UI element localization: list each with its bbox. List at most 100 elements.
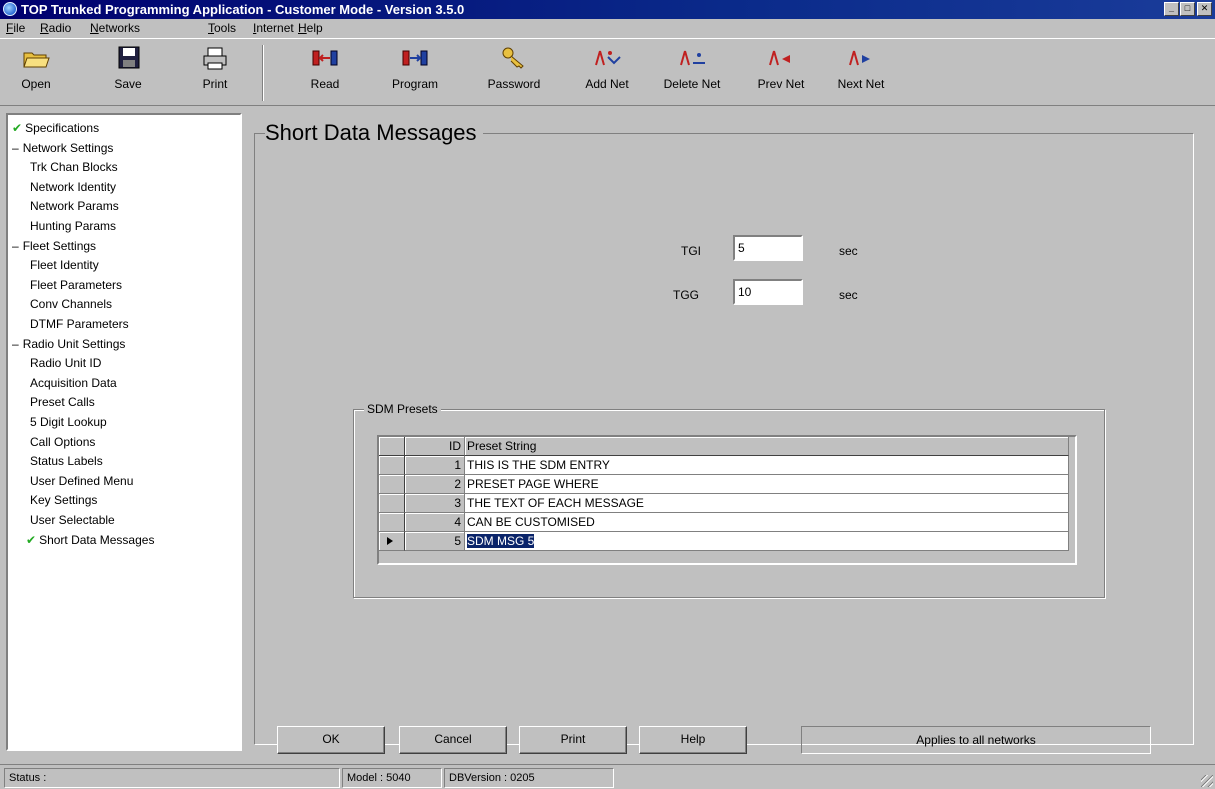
help-button[interactable]: Help [639, 726, 747, 754]
tree-item-label: Status Labels [30, 454, 103, 469]
tree-item[interactable]: Network Params [30, 198, 119, 214]
maximize-button[interactable]: □ [1180, 2, 1195, 16]
row-indicator[interactable] [379, 494, 405, 513]
tree-item-label: User Selectable [30, 513, 115, 527]
grid-cell-id: 3 [405, 494, 465, 513]
tree-item[interactable]: ✔ Specifications [12, 120, 99, 136]
tree-item[interactable]: – Radio Unit Settings [12, 336, 125, 352]
delete-net-button[interactable]: Delete Net [652, 43, 732, 103]
key-icon [502, 47, 524, 69]
add-net-button[interactable]: Add Net [574, 43, 640, 103]
tree-item[interactable]: – Network Settings [12, 140, 113, 156]
tree-item[interactable]: Trk Chan Blocks [30, 159, 118, 175]
close-button[interactable]: ✕ [1197, 2, 1212, 16]
tgg-label: TGG [673, 288, 699, 302]
program-button[interactable]: Program [380, 43, 450, 103]
menu-radio[interactable]: Radio [40, 21, 71, 35]
page-title: Short Data Messages [265, 120, 483, 146]
row-indicator[interactable] [379, 475, 405, 494]
tree-item[interactable]: Call Options [30, 434, 95, 450]
settings-tree[interactable]: ✔ Specifications – Network Settings Trk Chan… [6, 113, 242, 751]
print-dialog-button[interactable]: Print [519, 726, 627, 754]
menu-tools[interactable]: Tools [208, 21, 236, 35]
grid-cell-id: 2 [405, 475, 465, 494]
tree-item[interactable]: Key Settings [30, 492, 97, 508]
grid-header-preset-string: Preset String [465, 437, 1069, 456]
grid-cell-preset-string[interactable]: PRESET PAGE WHERE [465, 475, 1069, 494]
grid-row[interactable]: 4 CAN BE CUSTOMISED [379, 513, 1075, 532]
print-button[interactable]: Print [186, 43, 244, 103]
tree-item-label: Network Params [30, 199, 119, 214]
tree-item-label: Call Options [30, 434, 96, 449]
grid-corner [379, 437, 405, 456]
tree-item[interactable]: Fleet Parameters [30, 277, 122, 293]
tree-item[interactable]: Network Identity [30, 179, 116, 195]
password-button[interactable]: Password [472, 43, 556, 103]
menu-networks[interactable]: Networks [90, 21, 140, 35]
tree-item[interactable]: Status Labels [30, 453, 103, 469]
open-button[interactable]: Open [6, 43, 66, 103]
tree-item[interactable]: Radio Unit ID [30, 355, 101, 371]
tgg-input[interactable]: 10 [733, 279, 803, 305]
next-network-icon [849, 50, 870, 66]
ok-button[interactable]: OK [277, 726, 385, 754]
save-button[interactable]: Save [100, 43, 156, 103]
tgi-unit: sec [839, 244, 858, 258]
tree-item[interactable]: 5 Digit Lookup [30, 414, 107, 430]
program-radio-icon [402, 50, 428, 66]
resize-grip[interactable] [1201, 775, 1213, 787]
tree-item[interactable]: Conv Channels [30, 296, 112, 312]
menu-file[interactable]: File [6, 21, 25, 35]
tree-item[interactable]: Fleet Identity [30, 257, 99, 273]
tree-item[interactable]: Acquisition Data [30, 375, 117, 391]
tree-item-label: Key Settings [30, 493, 98, 508]
grid-cell-preset-string[interactable]: THE TEXT OF EACH MESSAGE [465, 494, 1069, 513]
grid-header-id: ID [405, 437, 465, 456]
grid-row[interactable]: 1 THIS IS THE SDM ENTRY [379, 456, 1075, 475]
tree-item[interactable]: Hunting Params [30, 218, 116, 234]
next-net-button[interactable]: Next Net [830, 43, 892, 103]
menu-bar: File Radio Networks Tools Internet Help [0, 19, 1215, 38]
minimize-button[interactable]: _ [1164, 2, 1179, 16]
tree-item[interactable]: User Defined Menu [30, 473, 133, 489]
read-button[interactable]: Read [290, 43, 360, 103]
row-indicator[interactable] [379, 532, 405, 551]
collapse-icon: – [12, 336, 19, 351]
preset-string-text: CAN BE CUSTOMISED [467, 515, 595, 529]
tgg-unit: sec [839, 288, 858, 302]
grid-cell-preset-string[interactable]: THIS IS THE SDM ENTRY [465, 456, 1069, 475]
tree-item[interactable]: DTMF Parameters [30, 316, 129, 332]
tree-item[interactable]: ✔ Short Data Messages [26, 532, 154, 548]
printer-icon [203, 47, 227, 70]
tree-item-label: Conv Channels [30, 297, 113, 312]
menu-internet[interactable]: Internet [253, 21, 294, 35]
grid-cell-preset-string[interactable]: SDM MSG 5 [465, 532, 1069, 551]
sdm-presets-grid[interactable]: ID Preset String 1 THIS IS THE SDM ENTRY 2… [377, 435, 1077, 565]
grid-cell-id: 5 [405, 532, 465, 551]
menu-help[interactable]: Help [298, 21, 323, 35]
row-indicator[interactable] [379, 456, 405, 475]
grid-header-row: ID Preset String [379, 437, 1075, 456]
cancel-button[interactable]: Cancel [399, 726, 507, 754]
tree-item[interactable]: Preset Calls [30, 394, 95, 410]
tree-item-label: Radio Unit ID [30, 356, 102, 371]
tree-item-label: Fleet Parameters [30, 277, 123, 292]
grid-row[interactable]: 3 THE TEXT OF EACH MESSAGE [379, 494, 1075, 513]
row-indicator[interactable] [379, 513, 405, 532]
tgi-input[interactable]: 5 [733, 235, 803, 261]
checkmark-icon: ✔ [12, 121, 23, 135]
delete-network-icon [680, 50, 705, 66]
tree-item[interactable]: – Fleet Settings [12, 238, 96, 254]
tree-item[interactable]: User Selectable [30, 512, 115, 528]
tree-item-label: Acquisition Data [30, 375, 117, 390]
collapse-icon: – [12, 140, 19, 155]
applies-to-all-networks-label: Applies to all networks [801, 726, 1151, 754]
grid-cell-preset-string[interactable]: CAN BE CUSTOMISED [465, 513, 1069, 532]
tree-item-label: Trk Chan Blocks [30, 160, 118, 175]
prev-net-button[interactable]: Prev Net [750, 43, 812, 103]
grid-row[interactable]: 2 PRESET PAGE WHERE [379, 475, 1075, 494]
grid-cell-id: 4 [405, 513, 465, 532]
status-bar: Status : Model : 5040 DBVersion : 0205 [0, 764, 1215, 789]
grid-row[interactable]: 5 SDM MSG 5 [379, 532, 1075, 551]
title-bar: TOP Trunked Programming Application - Cu… [0, 0, 1215, 19]
